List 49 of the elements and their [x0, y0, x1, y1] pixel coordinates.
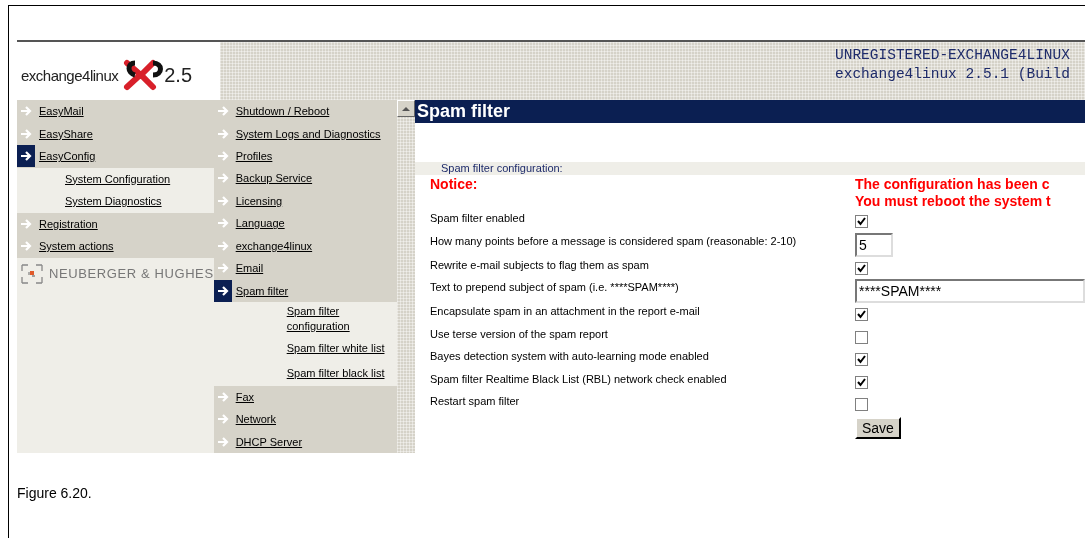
checkbox[interactable] [855, 353, 868, 366]
submenu-link[interactable]: Spam filter black list [286, 365, 385, 381]
up-arrow-icon [401, 105, 411, 112]
checkbox[interactable] [855, 215, 868, 228]
checkbox[interactable] [855, 330, 868, 344]
setting-label: Encapsulate spam in an attachment in the report e-mail [430, 304, 701, 317]
menu-link[interactable]: Licensing [235, 194, 283, 207]
build-info-text: exchange4linux 2.5.1 (Build [835, 65, 1071, 84]
points-field[interactable]: 5 [855, 232, 893, 257]
submenu-link[interactable]: System Configuration [65, 172, 171, 185]
menu-link[interactable]: Fax [235, 391, 254, 403]
notice-label: Notice: [430, 176, 479, 194]
menu-link[interactable]: EasyShare [39, 127, 93, 140]
submenu-link[interactable]: Spam filter white list [286, 340, 385, 356]
version-text: 2.5 [164, 63, 193, 87]
setting-label: Text to prepend subject of spam (i.e. ****SPAM****) [430, 280, 680, 293]
figure-caption: Figure 6.20. [17, 485, 93, 501]
section-heading: Spam filter configuration: [415, 162, 1085, 175]
logo-text: exchange4linux [21, 66, 119, 84]
setting-label: Restart spam filter [430, 394, 521, 407]
menu-link[interactable]: Email [235, 262, 264, 275]
prefix-field[interactable]: ****SPAM**** [855, 279, 1085, 303]
setting-label: Bayes detection system with auto-learning mode enabled [430, 349, 710, 362]
menu-link[interactable]: Spam filter [235, 284, 289, 297]
setting-label: How many points before a message is considered spam (reasonable: 2-10) [430, 233, 798, 247]
checkbox[interactable] [855, 261, 868, 275]
menu-link[interactable]: Network [235, 413, 276, 426]
menu-link[interactable]: Profiles [235, 150, 273, 163]
menu-link[interactable]: EasyConfig [39, 150, 96, 163]
save-button[interactable]: Save [855, 416, 901, 439]
menu-link[interactable]: Language [235, 217, 285, 230]
menu-link[interactable]: EasyMail [39, 105, 84, 118]
checkbox[interactable] [855, 308, 868, 321]
checkbox[interactable] [855, 398, 868, 411]
vendor-logo-icon [21, 263, 43, 284]
setting-label: Use terse version of the spam report [430, 326, 609, 340]
menu-link[interactable]: Registration [39, 217, 98, 230]
setting-label: Spam filter Realtime Black List (RBL) network check enabled [430, 371, 728, 385]
vendor-name: NEUBERGER & HUGHES [49, 266, 214, 281]
notice-text: You must reboot the system t [855, 193, 1051, 210]
checkbox[interactable] [855, 375, 868, 389]
setting-label: Rewrite e-mail subjects to flag them as spam [430, 257, 650, 271]
setting-label: Spam filter enabled [430, 211, 526, 224]
build-info-text: UNREGISTERED-EXCHANGE4LINUX [835, 46, 1071, 65]
submenu-link[interactable]: Spam filter configuration [286, 303, 362, 334]
scroll-up-button[interactable] [397, 100, 415, 117]
submenu-link[interactable]: System Diagnostics [65, 195, 162, 208]
notice-text: The configuration has been c [855, 176, 1051, 193]
page-title: Spam filter [415, 100, 1085, 123]
